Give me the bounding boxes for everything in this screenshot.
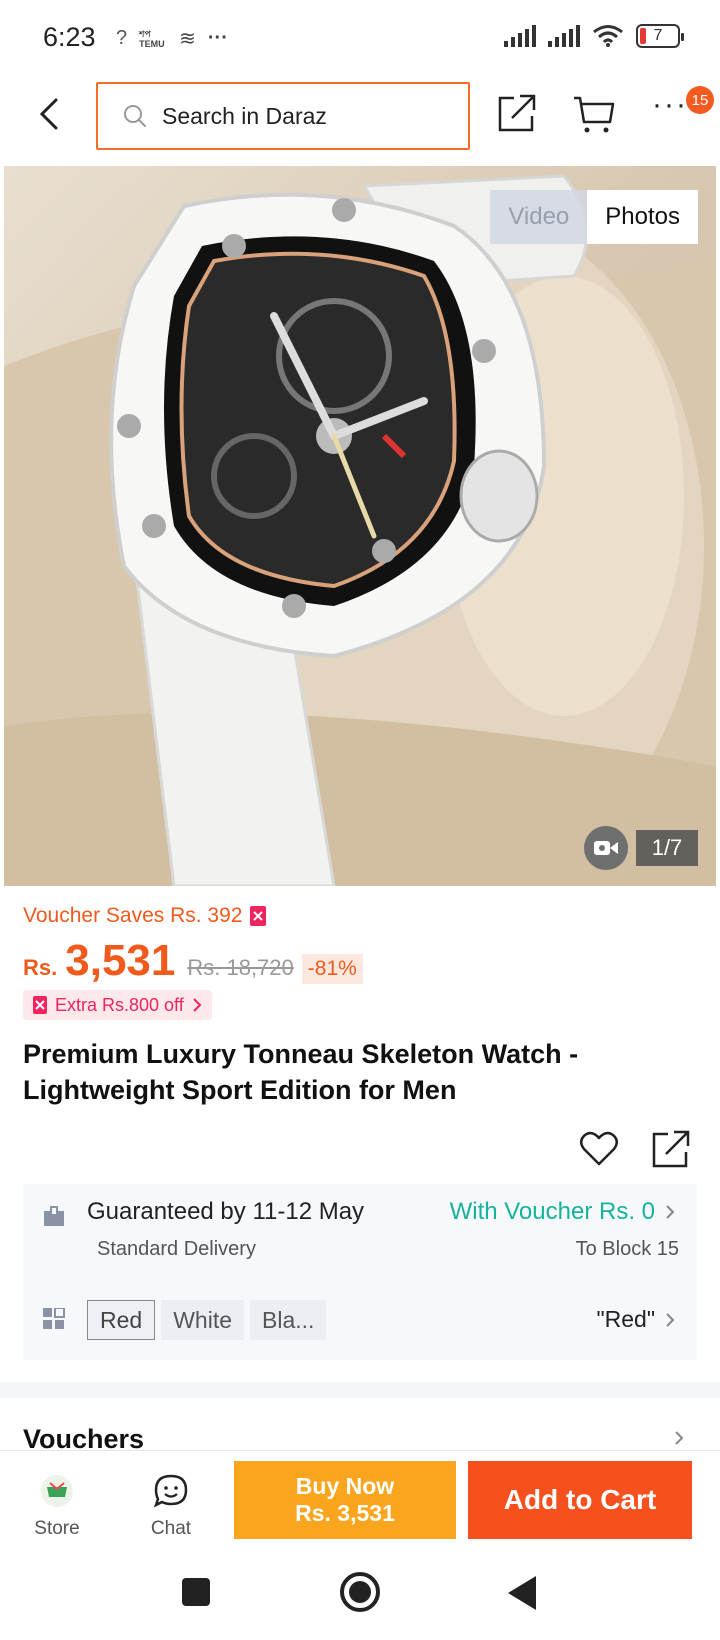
store-icon — [41, 1475, 73, 1507]
wifi-icon — [593, 25, 623, 47]
store-button[interactable]: Store — [26, 1473, 88, 1540]
chevron-right-icon — [666, 1312, 675, 1327]
more-notifications-icon: ··· — [207, 27, 228, 49]
buy-now-label: Buy Now — [295, 1473, 395, 1499]
signal-unknown-icon: ? — [116, 27, 128, 49]
delivery-location: To Block 15 — [575, 1238, 679, 1260]
status-notification-icons: ? শপ TEMU ≋ ··· — [116, 26, 228, 51]
status-right-icons: 7 — [504, 24, 684, 48]
tab-photos[interactable]: Photos — [587, 190, 698, 244]
play-video-button[interactable] — [584, 826, 628, 870]
voucher-saves[interactable]: Voucher Saves Rs. 392 — [23, 904, 267, 928]
current-price: 3,531 — [65, 936, 176, 985]
original-price: Rs. 18,720 — [187, 955, 294, 980]
chevron-left-icon — [39, 98, 58, 130]
battery-icon: 7 — [636, 24, 684, 48]
search-input[interactable] — [162, 102, 422, 130]
voucher-icon — [250, 906, 267, 926]
share-button[interactable] — [496, 92, 542, 138]
status-bar: 6:23 ? শপ TEMU ≋ ··· 7 — [0, 0, 720, 76]
share-icon — [652, 1130, 690, 1168]
bottom-action-bar: Store Chat Buy Now Rs. 3,531 Add to Cart — [0, 1450, 720, 1556]
search-icon — [124, 105, 146, 127]
cell-signal-icon — [504, 25, 536, 47]
delivery-guarantee: Guaranteed by 11-12 May — [87, 1198, 365, 1225]
extra-off-button[interactable]: Extra Rs.800 off — [23, 990, 212, 1020]
video-camera-icon — [594, 841, 618, 855]
chat-label: Chat — [150, 1518, 192, 1539]
image-counter: 1/7 — [636, 830, 698, 866]
back-button[interactable] — [30, 92, 70, 136]
buy-now-price: Rs. 3,531 — [295, 1500, 395, 1526]
delivery-voucher-button[interactable]: With Voucher Rs. 0 — [450, 1198, 675, 1226]
variant-grid-icon — [43, 1308, 65, 1329]
delivery-box-icon — [44, 1206, 64, 1226]
variant-chip-white[interactable]: White — [161, 1300, 244, 1340]
variant-chip-black[interactable]: Bla... — [250, 1300, 327, 1340]
store-label: Store — [34, 1518, 80, 1539]
coupon-icon — [33, 996, 47, 1014]
share-icon — [498, 94, 536, 132]
voucher-saves-text: Voucher Saves Rs. 392 — [23, 904, 243, 927]
add-to-cart-button[interactable]: Add to Cart — [468, 1461, 692, 1539]
chevron-right-icon[interactable] — [674, 1430, 684, 1446]
cell-signal-2-icon — [548, 25, 580, 47]
buy-now-button[interactable]: Buy Now Rs. 3,531 — [234, 1461, 456, 1539]
price-row: Rs. 3,531 Rs. 18,720 -81% — [23, 936, 363, 986]
cart-icon — [574, 96, 615, 133]
recent-apps-icon[interactable] — [182, 1578, 210, 1606]
delivery-variant-card: Guaranteed by 11-12 May Standard Deliver… — [23, 1184, 697, 1360]
back-triangle-icon[interactable] — [508, 1576, 536, 1610]
heart-icon — [580, 1131, 618, 1166]
price-currency: Rs. — [23, 955, 58, 980]
delivery-type: Standard Delivery — [97, 1238, 256, 1260]
selected-variant-button[interactable]: "Red" — [596, 1306, 675, 1333]
notification-badge: 15 — [686, 86, 714, 114]
media-toggle: Video Photos — [490, 190, 698, 244]
cart-button[interactable] — [572, 92, 618, 138]
chat-button[interactable]: Chat — [140, 1473, 202, 1540]
product-title: Premium Luxury Tonneau Skeleton Watch - … — [23, 1039, 579, 1105]
more-icon: ··· — [652, 88, 688, 121]
discount-badge: -81% — [301, 954, 363, 984]
section-divider — [0, 1382, 720, 1398]
layers-icon: ≋ — [179, 28, 196, 50]
app-notification-icon: শপ TEMU — [139, 28, 165, 49]
chat-icon — [153, 1474, 188, 1508]
delivery-voucher-text: With Voucher Rs. 0 — [449, 1198, 655, 1225]
search-bar[interactable] — [96, 82, 470, 150]
product-image-gallery[interactable]: Video Photos 1/7 — [4, 166, 716, 886]
wishlist-button[interactable] — [578, 1128, 620, 1170]
tab-video[interactable]: Video — [490, 190, 588, 244]
product-image — [4, 174, 716, 886]
chevron-right-icon — [666, 1205, 675, 1219]
battery-level: 7 — [653, 27, 663, 44]
extra-off-text: Extra Rs.800 off — [55, 994, 184, 1015]
status-time: 6:23 — [43, 22, 96, 52]
variant-chip-red[interactable]: Red — [87, 1300, 156, 1340]
variant-chips: Red White Bla... — [87, 1300, 327, 1340]
share-product-button[interactable] — [650, 1128, 692, 1170]
selected-variant-label: "Red" — [596, 1306, 655, 1332]
system-nav-bar — [0, 1556, 720, 1640]
chevron-right-icon — [193, 998, 202, 1012]
header: ··· 15 — [0, 80, 720, 154]
home-icon[interactable] — [340, 1572, 380, 1612]
